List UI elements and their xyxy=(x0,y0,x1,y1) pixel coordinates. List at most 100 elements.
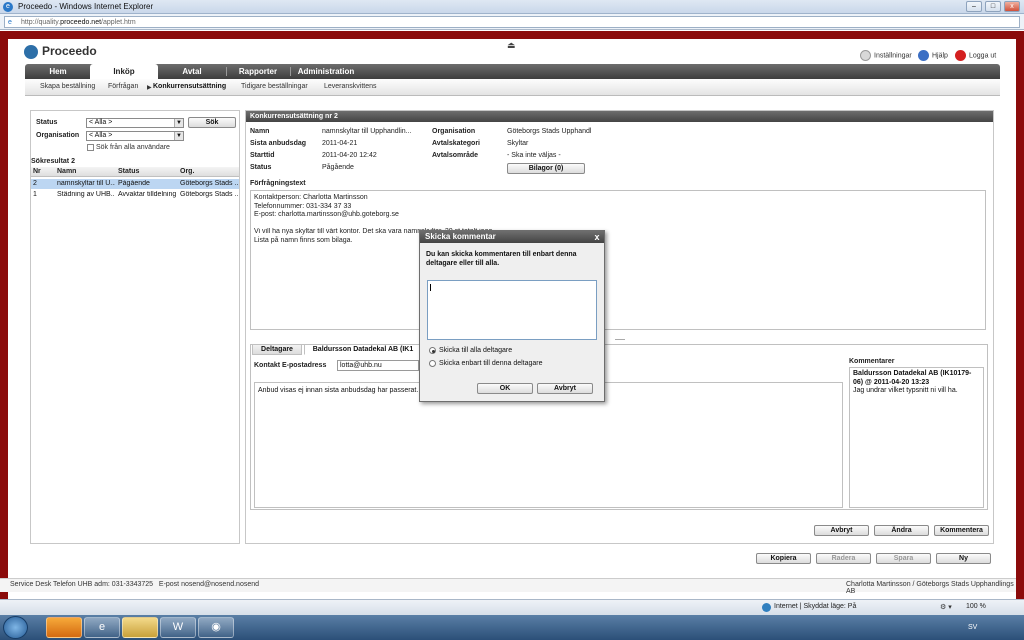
search-button[interactable]: Sök xyxy=(188,117,236,128)
collapse-header-icon[interactable]: ⏏ xyxy=(507,40,516,51)
organisation-label: Organisation xyxy=(36,132,80,139)
org-value: Göteborgs Stads Upphandl xyxy=(507,128,592,135)
radio-send-all-label: Skicka till alla deltagare xyxy=(439,347,513,354)
org-label: Organisation xyxy=(432,128,476,135)
comment-text: Jag undrar vilket typsnitt ni vill ha. xyxy=(853,387,958,394)
nav-divider xyxy=(290,67,291,76)
table-row[interactable]: 2 namnskyltar till U... Pågående Götebor… xyxy=(31,179,239,189)
area-label: Avtalsområde xyxy=(432,152,479,159)
column-nr[interactable]: Nr xyxy=(33,168,41,175)
close-window-button[interactable]: x xyxy=(1004,1,1020,12)
dialog-ok-button[interactable]: OK xyxy=(477,383,533,394)
dialog-close-icon[interactable]: x xyxy=(592,231,602,243)
language-indicator[interactable]: SV xyxy=(968,624,977,631)
help-icon xyxy=(918,50,929,61)
column-status[interactable]: Status xyxy=(118,168,139,175)
copy-button[interactable]: Kopiera xyxy=(756,553,811,564)
taskbar-word-icon[interactable]: W xyxy=(160,617,196,638)
column-org[interactable]: Org. xyxy=(180,168,194,175)
start-value: 2011-04-20 12:42 xyxy=(322,152,377,159)
table-row[interactable]: 1 Städning av UHB... Avvaktar tilldelnin… xyxy=(31,190,239,200)
dialog-cancel-button[interactable]: Avbryt xyxy=(537,383,593,394)
tab-deltagare[interactable]: Deltagare xyxy=(252,344,302,355)
comments-label: Kommentarer xyxy=(849,358,895,365)
text-caret xyxy=(430,284,431,291)
help-link[interactable]: Hjälp xyxy=(918,50,948,61)
taskbar-folder-icon[interactable] xyxy=(122,617,158,638)
comment-author: Baldursson Datadekal AB (IK10179-06) @ 2… xyxy=(853,370,972,386)
start-button[interactable] xyxy=(3,616,28,639)
all-users-label: Sök från alla användare xyxy=(96,144,170,151)
cancel-button[interactable]: Avbryt xyxy=(814,525,869,536)
radio-send-one[interactable] xyxy=(429,360,436,367)
tab-administration[interactable]: Administration xyxy=(292,64,360,79)
category-value: Skyltar xyxy=(507,140,529,147)
minimize-button[interactable]: – xyxy=(966,1,982,12)
column-namn[interactable]: Namn xyxy=(57,168,76,175)
all-users-checkbox[interactable] xyxy=(87,144,94,151)
status-select[interactable]: < Alla > ▼ xyxy=(86,118,184,128)
zoom-level[interactable]: 100 % xyxy=(966,603,986,610)
status-field-value: Pågående xyxy=(322,164,354,171)
subnav-active-arrow-icon: ▶ xyxy=(147,85,152,91)
organisation-select[interactable]: < Alla > ▼ xyxy=(86,131,184,141)
footer-left-text: Service Desk Telefon UHB adm: 031-334372… xyxy=(10,581,260,588)
window-title: Proceedo - Windows Internet Explorer xyxy=(18,2,154,11)
subnav-leveranskvittens[interactable]: Leveranskvittens xyxy=(324,83,377,90)
settings-link[interactable]: Inställningar xyxy=(860,50,912,61)
comment-button[interactable]: Kommentera xyxy=(934,525,989,536)
browser-statusbar xyxy=(0,599,1024,615)
subnav-tidigare-bestallningar[interactable]: Tidigare beställningar xyxy=(241,83,308,90)
deadline-value: 2011-04-21 xyxy=(322,140,358,147)
status-label: Status xyxy=(36,119,58,126)
settings-icon xyxy=(860,50,871,61)
tab-inkop[interactable]: Inköp xyxy=(90,64,158,79)
url-field[interactable]: e http://quality.proceedo.net/applet.htm xyxy=(4,16,1020,28)
logout-link[interactable]: Logga ut xyxy=(955,50,996,61)
footer-right-text: Charlotta Martinsson / Göteborgs Stads U… xyxy=(846,581,1014,595)
chevron-down-icon: ▼ xyxy=(174,132,183,140)
results-title: Sökresultat 2 xyxy=(31,158,75,165)
radio-send-all[interactable] xyxy=(429,347,436,354)
subnav-konkurrensutsattning[interactable]: Konkurrensutsättning xyxy=(153,83,226,90)
brand-name: Proceedo xyxy=(42,44,97,58)
attachments-button[interactable]: Bilagor (0) xyxy=(507,163,585,174)
proceedo-logo-icon xyxy=(24,44,38,59)
comment-textarea[interactable] xyxy=(427,280,597,340)
message-text: Anbud visas ej innan sista anbudsdag har… xyxy=(258,387,419,394)
status-field-label: Status xyxy=(250,164,272,171)
tab-rapporter[interactable]: Rapporter xyxy=(228,64,288,79)
globe-icon xyxy=(762,603,771,612)
edit-button[interactable]: Ändra xyxy=(874,525,929,536)
tab-avtal[interactable]: Avtal xyxy=(160,64,224,79)
subnav-skapa-bestallning[interactable]: Skapa beställning xyxy=(40,83,95,90)
radio-send-one-label: Skicka enbart till denna deltagare xyxy=(439,360,543,367)
page-icon: e xyxy=(8,19,12,26)
chevron-down-icon: ▼ xyxy=(174,119,183,127)
protected-mode-icon[interactable]: ⚙ ▾ xyxy=(940,603,952,611)
dialog-text: Du kan skicka kommentaren till enbart de… xyxy=(426,251,577,267)
inquiry-textarea[interactable]: Kontaktperson: Charlotta Martinsson Tele… xyxy=(250,190,986,330)
taskbar-chrome-icon[interactable]: ◉ xyxy=(198,617,234,638)
name-value: namnskyltar till Upphandlin... xyxy=(322,128,412,135)
subnav-forfragan[interactable]: Förfrågan xyxy=(108,83,138,90)
tab-baldursson[interactable]: Baldursson Datadekal AB (IK1 xyxy=(304,344,422,355)
category-label: Avtalskategori xyxy=(432,140,480,147)
save-button[interactable]: Spara xyxy=(876,553,931,564)
taskbar-app-icon[interactable] xyxy=(46,617,82,638)
new-button[interactable]: Ny xyxy=(936,553,991,564)
maximize-button[interactable]: □ xyxy=(985,1,1001,12)
browser-titlebar: e Proceedo - Windows Internet Explorer –… xyxy=(0,0,1024,14)
splitter-handle[interactable] xyxy=(615,339,625,341)
brand-logo: Proceedo xyxy=(24,44,97,59)
name-label: Namn xyxy=(250,128,270,135)
logout-icon xyxy=(955,50,966,61)
comments-box[interactable]: Baldursson Datadekal AB (IK10179-06) @ 2… xyxy=(849,367,984,508)
delete-button[interactable]: Radera xyxy=(816,553,871,564)
tab-hem[interactable]: Hem xyxy=(30,64,86,79)
detail-title: Konkurrensutsättning nr 2 xyxy=(246,111,993,122)
security-zone: Internet | Skyddat läge: På xyxy=(774,603,857,610)
address-bar: e http://quality.proceedo.net/applet.htm xyxy=(0,14,1024,30)
contact-email-field[interactable]: lotta@uhb.nu xyxy=(337,360,419,371)
taskbar-ie-icon[interactable]: e xyxy=(84,617,120,638)
